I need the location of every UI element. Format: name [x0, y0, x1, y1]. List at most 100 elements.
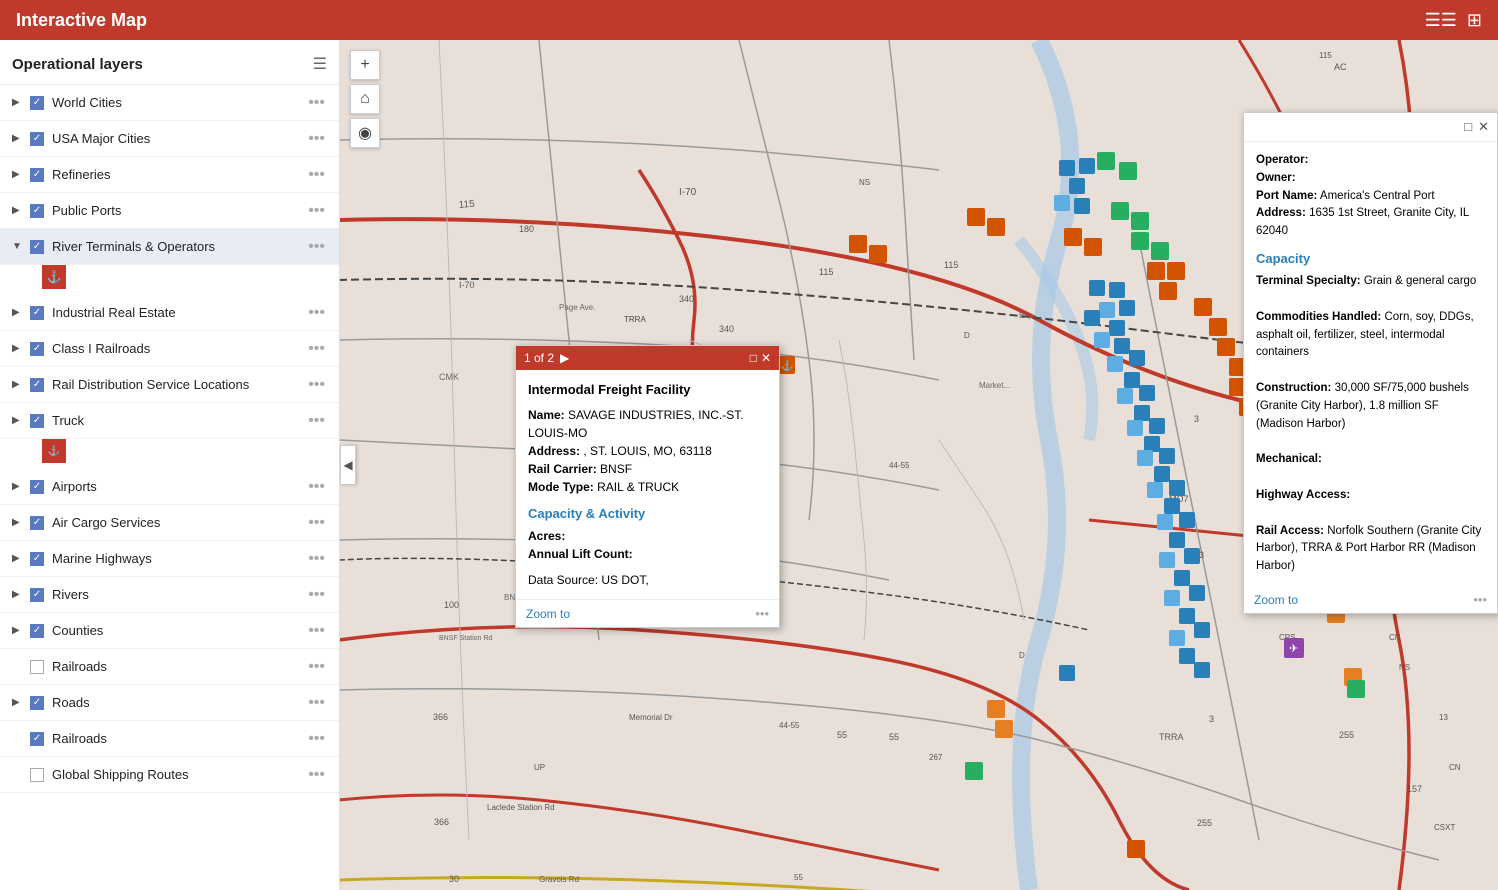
- more-dots-class-1-railroads[interactable]: •••: [304, 340, 329, 358]
- checkbox-world-cities[interactable]: ✓: [30, 96, 44, 110]
- sidebar-item-world-cities[interactable]: ▶✓World Cities•••: [0, 85, 339, 121]
- more-dots-usa-major-cities[interactable]: •••: [304, 130, 329, 148]
- svg-text:Memorial Dr: Memorial Dr: [629, 713, 673, 722]
- more-dots-rivers[interactable]: •••: [304, 586, 329, 604]
- popup2-construction-row: Construction: 30,000 SF/75,000 bushels (…: [1256, 380, 1485, 433]
- zoom-in-button[interactable]: +: [350, 50, 380, 80]
- check-icon: ✓: [33, 625, 41, 636]
- svg-text:NS: NS: [859, 178, 870, 187]
- popup-more-dots[interactable]: •••: [755, 606, 769, 621]
- checkbox-river-terminals[interactable]: ✓: [30, 240, 44, 254]
- checkbox-global-shipping[interactable]: [30, 768, 44, 782]
- popup-header-intermodal: 1 of 2 ▶ □ ✕: [516, 346, 779, 370]
- layer-name-global-shipping: Global Shipping Routes: [52, 767, 304, 782]
- layer-name-counties: Counties: [52, 623, 304, 638]
- sidebar-item-truck[interactable]: ▶✓Truck•••: [0, 403, 339, 439]
- popup2-more-dots[interactable]: •••: [1473, 592, 1487, 607]
- checkbox-marine-highways[interactable]: ✓: [30, 552, 44, 566]
- expand-arrow-air-cargo[interactable]: ▶: [12, 517, 26, 528]
- checkbox-refineries[interactable]: ✓: [30, 168, 44, 182]
- expand-arrow-refineries[interactable]: ▶: [12, 169, 26, 180]
- more-dots-railroads-1[interactable]: •••: [304, 658, 329, 676]
- more-dots-rail-distribution[interactable]: •••: [304, 376, 329, 394]
- more-dots-truck[interactable]: •••: [304, 412, 329, 430]
- expand-arrow-class-1-railroads[interactable]: ▶: [12, 343, 26, 354]
- sidebar-item-marine-highways[interactable]: ▶✓Marine Highways•••: [0, 541, 339, 577]
- checkbox-rail-distribution[interactable]: ✓: [30, 378, 44, 392]
- check-icon: ✓: [33, 481, 41, 492]
- more-dots-air-cargo[interactable]: •••: [304, 514, 329, 532]
- sidebar-item-rivers[interactable]: ▶✓Rivers•••: [0, 577, 339, 613]
- sidebar-collapse-button[interactable]: ◀: [340, 445, 356, 485]
- expand-arrow-truck[interactable]: ▶: [12, 415, 26, 426]
- checkbox-truck[interactable]: ✓: [30, 414, 44, 428]
- more-dots-river-terminals[interactable]: •••: [304, 238, 329, 256]
- expand-arrow-rail-distribution[interactable]: ▶: [12, 379, 26, 390]
- filter-icon[interactable]: ☰: [313, 54, 327, 74]
- sidebar-item-railroads-2[interactable]: ✓Railroads•••: [0, 721, 339, 757]
- checkbox-public-ports[interactable]: ✓: [30, 204, 44, 218]
- more-dots-world-cities[interactable]: •••: [304, 94, 329, 112]
- more-dots-railroads-2[interactable]: •••: [304, 730, 329, 748]
- popup2-close-button[interactable]: ✕: [1478, 119, 1489, 135]
- popup2-terminal-value: Grain & general cargo: [1364, 275, 1477, 287]
- popup2-zoom-link[interactable]: Zoom to: [1254, 593, 1298, 607]
- checkbox-counties[interactable]: ✓: [30, 624, 44, 638]
- expand-arrow-public-ports[interactable]: ▶: [12, 205, 26, 216]
- sidebar-item-public-ports[interactable]: ▶✓Public Ports•••: [0, 193, 339, 229]
- grid-view-icon[interactable]: ⊞: [1467, 10, 1482, 31]
- checkbox-air-cargo[interactable]: ✓: [30, 516, 44, 530]
- svg-text:366: 366: [433, 712, 448, 722]
- svg-text:D: D: [1019, 651, 1025, 660]
- sidebar-item-industrial-real-estate[interactable]: ▶✓Industrial Real Estate•••: [0, 295, 339, 331]
- locate-button[interactable]: ◉: [350, 118, 380, 148]
- sidebar-item-class-1-railroads[interactable]: ▶✓Class I Railroads•••: [0, 331, 339, 367]
- expand-arrow-counties[interactable]: ▶: [12, 625, 26, 636]
- popup-minimize-button[interactable]: □: [750, 351, 757, 365]
- sidebar-item-rail-distribution[interactable]: ▶✓Rail Distribution Service Locations•••: [0, 367, 339, 403]
- checkbox-usa-major-cities[interactable]: ✓: [30, 132, 44, 146]
- sidebar-item-counties[interactable]: ▶ ✓ Counties•••: [0, 613, 339, 649]
- more-dots-counties[interactable]: •••: [304, 622, 329, 640]
- expand-arrow-river-terminals[interactable]: ▼: [12, 241, 26, 252]
- checkbox-industrial-real-estate[interactable]: ✓: [30, 306, 44, 320]
- checkbox-railroads-1[interactable]: [30, 660, 44, 674]
- expand-arrow-industrial-real-estate[interactable]: ▶: [12, 307, 26, 318]
- checkbox-railroads-2[interactable]: ✓: [30, 732, 44, 746]
- map-area[interactable]: 115 I-70 115 340 CMK I-70 TRRA Page Ave.…: [340, 40, 1498, 890]
- expand-arrow-rivers[interactable]: ▶: [12, 589, 26, 600]
- popup-close-button[interactable]: ✕: [761, 351, 771, 365]
- more-dots-airports[interactable]: •••: [304, 478, 329, 496]
- sidebar-item-river-terminals[interactable]: ▼✓River Terminals & Operators•••: [0, 229, 339, 265]
- more-dots-industrial-real-estate[interactable]: •••: [304, 304, 329, 322]
- sidebar-item-airports[interactable]: ▶✓Airports•••: [0, 469, 339, 505]
- checkbox-class-1-railroads[interactable]: ✓: [30, 342, 44, 356]
- sidebar-item-global-shipping[interactable]: Global Shipping Routes•••: [0, 757, 339, 793]
- popup2-minimize-button[interactable]: □: [1464, 119, 1472, 135]
- list-view-icon[interactable]: ☰☰: [1425, 10, 1457, 31]
- popup-next-button[interactable]: ▶: [560, 351, 569, 365]
- expand-arrow-roads[interactable]: ▶: [12, 697, 26, 708]
- more-dots-roads[interactable]: •••: [304, 694, 329, 712]
- expand-arrow-airports[interactable]: ▶: [12, 481, 26, 492]
- sidebar-item-usa-major-cities[interactable]: ▶✓USA Major Cities•••: [0, 121, 339, 157]
- sidebar-item-railroads-1[interactable]: Railroads•••: [0, 649, 339, 685]
- svg-text:115: 115: [819, 267, 833, 277]
- popup-nav: 1 of 2 ▶: [524, 351, 569, 365]
- more-dots-public-ports[interactable]: •••: [304, 202, 329, 220]
- more-dots-refineries[interactable]: •••: [304, 166, 329, 184]
- more-dots-marine-highways[interactable]: •••: [304, 550, 329, 568]
- checkbox-roads[interactable]: ✓: [30, 696, 44, 710]
- expand-arrow-world-cities[interactable]: ▶: [12, 97, 26, 108]
- checkbox-airports[interactable]: ✓: [30, 480, 44, 494]
- expand-arrow-usa-major-cities[interactable]: ▶: [12, 133, 26, 144]
- sidebar-item-air-cargo[interactable]: ▶✓Air Cargo Services•••: [0, 505, 339, 541]
- sidebar-item-refineries[interactable]: ▶✓Refineries•••: [0, 157, 339, 193]
- svg-text:I-70: I-70: [459, 280, 475, 290]
- home-button[interactable]: ⌂: [350, 84, 380, 114]
- popup-zoom-link[interactable]: Zoom to: [526, 607, 570, 621]
- checkbox-rivers[interactable]: ✓: [30, 588, 44, 602]
- sidebar-item-roads[interactable]: ▶✓Roads•••: [0, 685, 339, 721]
- more-dots-global-shipping[interactable]: •••: [304, 766, 329, 784]
- expand-arrow-marine-highways[interactable]: ▶: [12, 553, 26, 564]
